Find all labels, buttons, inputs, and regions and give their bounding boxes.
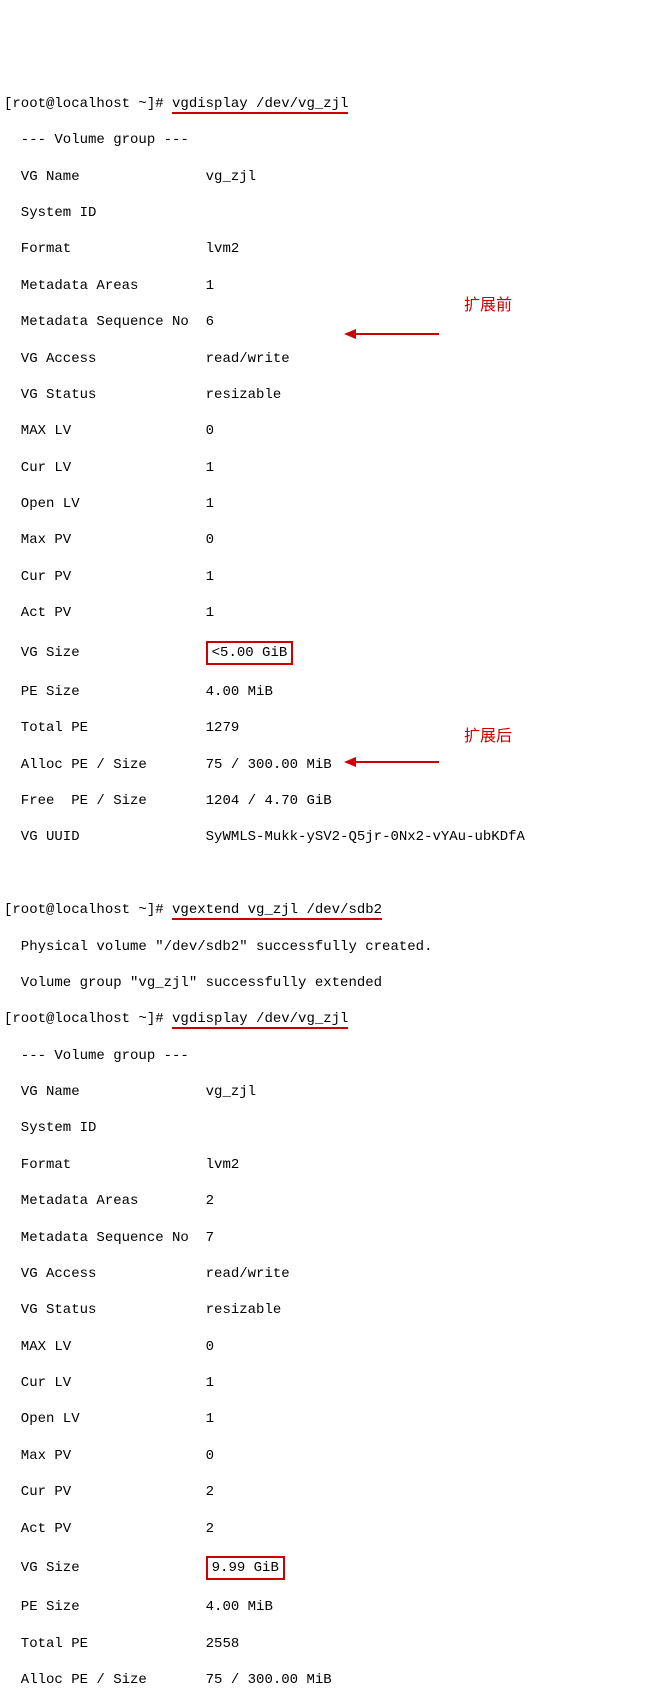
act-pv-label: Act PV <box>4 605 206 621</box>
open-lv-value: 1 <box>206 1411 214 1427</box>
alloc-pe-label: Alloc PE / Size <box>4 1672 206 1688</box>
alloc-pe-label: Alloc PE / Size <box>4 757 206 773</box>
free-pe-value: 1204 / 4.70 GiB <box>206 793 332 809</box>
meta-seq-label: Metadata Sequence No <box>4 1230 206 1246</box>
command-vgdisplay: vgdisplay /dev/vg_zjl <box>172 1011 348 1029</box>
cur-lv-value: 1 <box>206 460 214 476</box>
format-value: lvm2 <box>206 241 240 257</box>
total-pe-label: Total PE <box>4 1636 206 1652</box>
prompt: [root@localhost ~]# <box>4 1011 172 1027</box>
free-pe-label: Free PE / Size <box>4 793 206 809</box>
vg-size-value-after: 9.99 GiB <box>206 1556 285 1580</box>
meta-seq-value: 6 <box>206 314 214 330</box>
total-pe-value: 1279 <box>206 720 240 736</box>
max-lv-label: MAX LV <box>4 1339 206 1355</box>
vg-access-value: read/write <box>206 1266 290 1282</box>
vg-access-label: VG Access <box>4 1266 206 1282</box>
cur-pv-label: Cur PV <box>4 1484 206 1500</box>
cur-lv-label: Cur LV <box>4 1375 206 1391</box>
max-lv-value: 0 <box>206 1339 214 1355</box>
arrow-icon <box>344 306 444 350</box>
system-id: System ID <box>4 204 644 222</box>
format-value: lvm2 <box>206 1157 240 1173</box>
act-pv-value: 1 <box>206 605 214 621</box>
vg-status-value: resizable <box>206 1302 282 1318</box>
vg-name-value: vg_zjl <box>206 1084 256 1100</box>
format-label: Format <box>4 241 206 257</box>
vg-name-value: vg_zjl <box>206 169 256 185</box>
open-lv-value: 1 <box>206 496 214 512</box>
cur-pv-value: 2 <box>206 1484 214 1500</box>
vg-access-label: VG Access <box>4 351 206 367</box>
max-pv-value: 0 <box>206 1448 214 1464</box>
meta-areas-label: Metadata Areas <box>4 1193 206 1209</box>
alloc-pe-value: 75 / 300.00 MiB <box>206 757 332 773</box>
vg-header: --- Volume group --- <box>4 1047 644 1065</box>
vg-size-label: VG Size <box>4 645 206 661</box>
vg-access-value: read/write <box>206 351 290 367</box>
vg-status-value: resizable <box>206 387 282 403</box>
meta-seq-label: Metadata Sequence No <box>4 314 206 330</box>
alloc-pe-value: 75 / 300.00 MiB <box>206 1672 332 1688</box>
format-label: Format <box>4 1157 206 1173</box>
vg-uuid-value: SyWMLS-Mukk-ySV2-Q5jr-0Nx2-vYAu-ubKDfA <box>206 829 525 845</box>
meta-areas-label: Metadata Areas <box>4 278 206 294</box>
prompt: [root@localhost ~]# <box>4 902 172 918</box>
total-pe-value: 2558 <box>206 1636 240 1652</box>
meta-seq-value: 7 <box>206 1230 214 1246</box>
command-vgdisplay: vgdisplay /dev/vg_zjl <box>172 96 348 114</box>
extend-output: Volume group "vg_zjl" successfully exten… <box>4 974 644 992</box>
vg-status-label: VG Status <box>4 387 206 403</box>
vg-status-label: VG Status <box>4 1302 206 1318</box>
max-pv-label: Max PV <box>4 1448 206 1464</box>
vg-name-label: VG Name <box>4 169 206 185</box>
open-lv-label: Open LV <box>4 1411 206 1427</box>
open-lv-label: Open LV <box>4 496 206 512</box>
total-pe-label: Total PE <box>4 720 206 736</box>
cur-lv-label: Cur LV <box>4 460 206 476</box>
vg-size-label: VG Size <box>4 1560 206 1576</box>
pe-size-label: PE Size <box>4 684 206 700</box>
annotation-after: 扩展后 <box>464 727 512 748</box>
meta-areas-value: 2 <box>206 1193 214 1209</box>
act-pv-value: 2 <box>206 1521 214 1537</box>
arrow-icon <box>344 734 444 778</box>
cur-lv-value: 1 <box>206 1375 214 1391</box>
pe-size-value: 4.00 MiB <box>206 684 273 700</box>
prompt: [root@localhost ~]# <box>4 96 172 112</box>
cur-pv-label: Cur PV <box>4 569 206 585</box>
vg-uuid-label: VG UUID <box>4 829 206 845</box>
act-pv-label: Act PV <box>4 1521 206 1537</box>
terminal-output: [root@localhost ~]# vgdisplay /dev/vg_zj… <box>4 77 644 1702</box>
max-lv-label: MAX LV <box>4 423 206 439</box>
max-pv-value: 0 <box>206 532 214 548</box>
meta-areas-value: 1 <box>206 278 214 294</box>
extend-output: Physical volume "/dev/sdb2" successfully… <box>4 938 644 956</box>
command-vgextend: vgextend vg_zjl /dev/sdb2 <box>172 902 382 920</box>
pe-size-value: 4.00 MiB <box>206 1599 273 1615</box>
cur-pv-value: 1 <box>206 569 214 585</box>
annotation-before: 扩展前 <box>464 296 512 317</box>
vg-size-value-before: <5.00 GiB <box>206 641 294 665</box>
system-id: System ID <box>4 1119 644 1137</box>
vg-header: --- Volume group --- <box>4 131 644 149</box>
vg-name-label: VG Name <box>4 1084 206 1100</box>
max-lv-value: 0 <box>206 423 214 439</box>
pe-size-label: PE Size <box>4 1599 206 1615</box>
max-pv-label: Max PV <box>4 532 206 548</box>
